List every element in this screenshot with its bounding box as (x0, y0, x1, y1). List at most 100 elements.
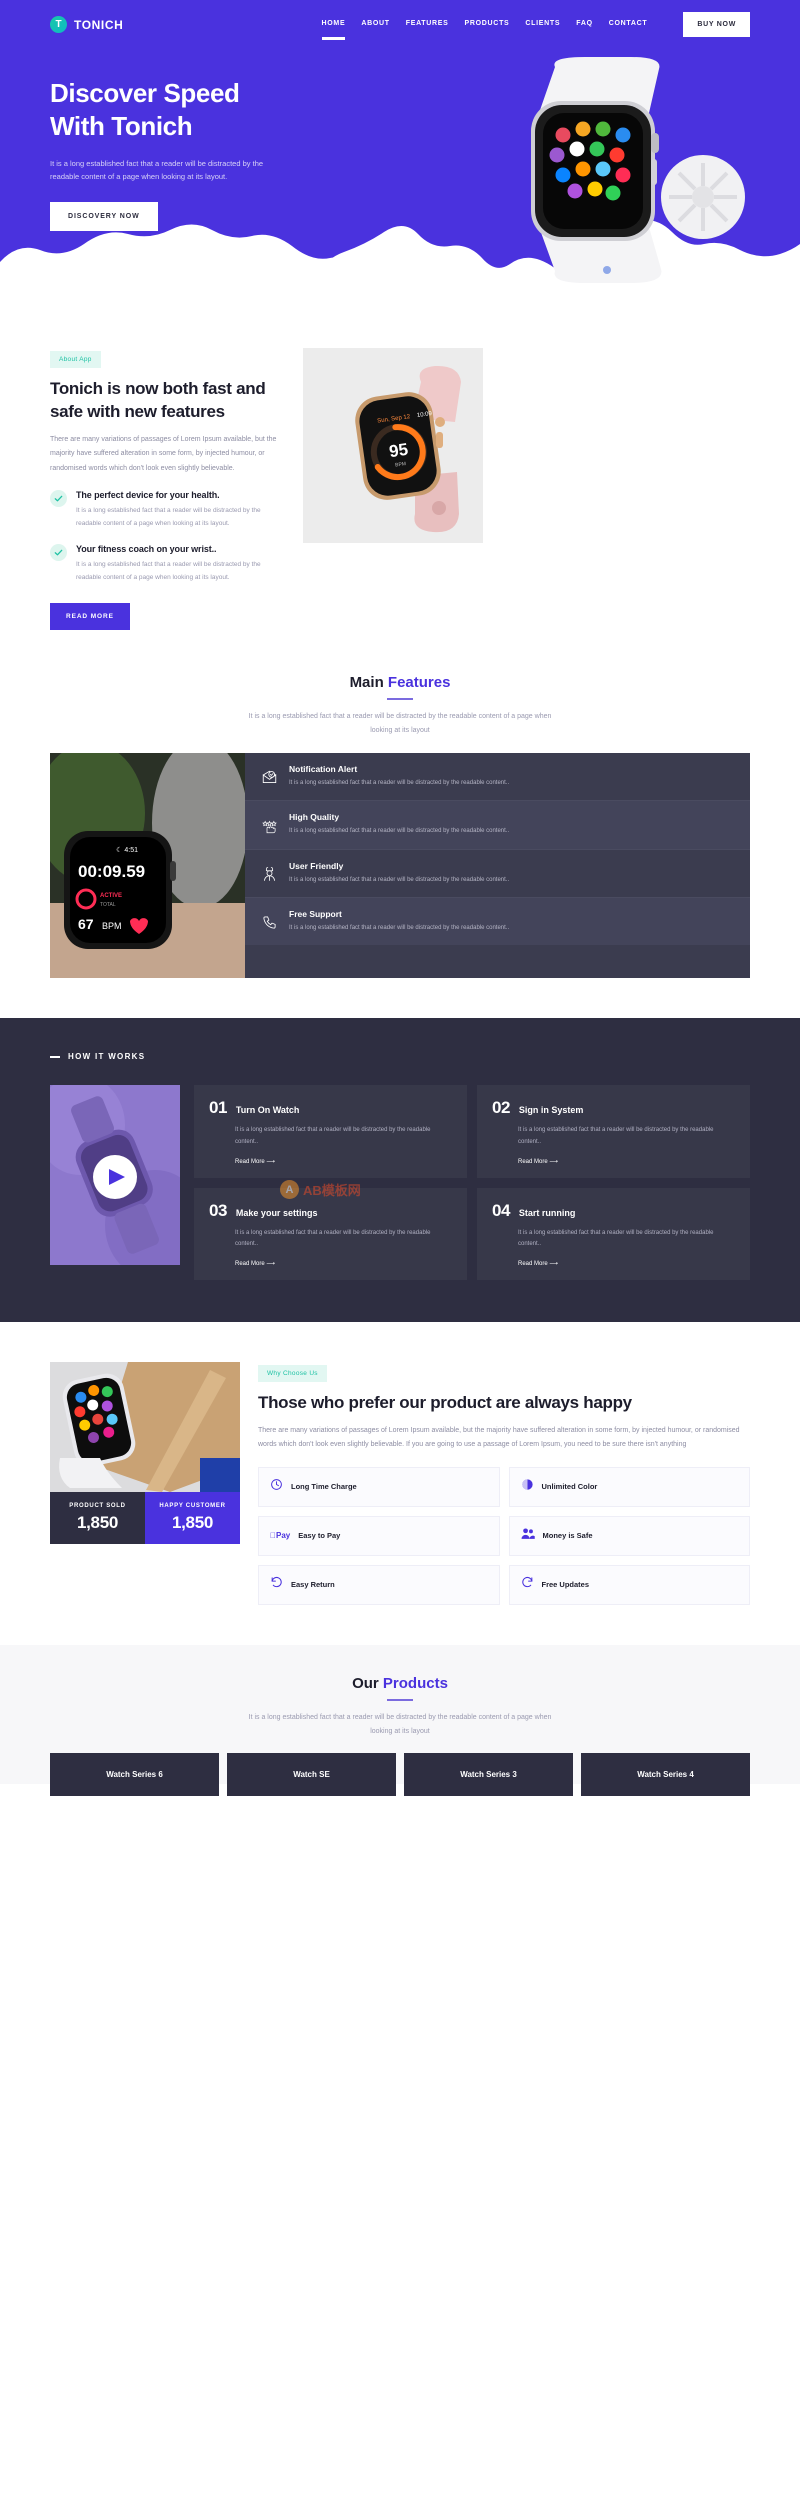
hero-title: Discover Speed With Tonich (50, 77, 380, 144)
product-tab-watch-series-3[interactable]: Watch Series 3 (404, 1752, 573, 1796)
nav-links: HOME ABOUT FEATURES PRODUCTS CLIENTS FAQ… (321, 12, 750, 40)
watermark-text: AB模板网 (303, 1183, 361, 1198)
step-read-more-link[interactable]: Read More ⟶ (209, 1158, 452, 1165)
about-copy: About App Tonich is now both fast and sa… (50, 348, 285, 630)
mail-check-icon (259, 764, 279, 789)
how-it-works-section: HOW IT WORKS 01 Turn On Watch It is a lo… (0, 1018, 800, 1323)
brand-logo[interactable]: T TONICH (50, 16, 123, 33)
features-body: ☾ 4:51 00:09.59 ACTIVE TOTAL 67 BPM Noti… (50, 753, 750, 979)
feature-name: High Quality (289, 812, 340, 823)
how-it-works-video[interactable] (50, 1085, 180, 1266)
step-read-more-label: Read More (235, 1158, 265, 1165)
step-title: Turn On Watch (235, 1105, 300, 1116)
how-it-works-grid: 01 Turn On Watch It is a long establishe… (50, 1085, 750, 1281)
how-it-works-label-text: HOW IT WORKS (68, 1052, 146, 1062)
stats-bar: PRODUCT SOLD 1,850 HAPPY CUSTOMER 1,850 (50, 1492, 240, 1545)
features-section: Main Features It is a long established f… (0, 630, 800, 979)
why-choose-us-section: PRODUCT SOLD 1,850 HAPPY CUSTOMER 1,850 … (0, 1322, 800, 1605)
step-number: 04 (492, 1200, 510, 1220)
brand-name: TONICH (74, 17, 124, 32)
features-list: Notification Alert It is a long establis… (245, 753, 750, 979)
features-header: Main Features It is a long established f… (0, 630, 800, 738)
contrast-circle-icon (521, 1478, 534, 1496)
product-tab-watch-series-4[interactable]: Watch Series 4 (581, 1752, 750, 1796)
feature-name: Notification Alert (289, 764, 358, 775)
why-card-easy-to-pay[interactable]: Pay Easy to Pay (258, 1515, 500, 1556)
why-card-easy-return[interactable]: Easy Return (258, 1564, 500, 1605)
product-tab-watch-series-6[interactable]: Watch Series 6 (50, 1752, 219, 1796)
clock-icon (270, 1478, 283, 1496)
products-title-main: Our (352, 1674, 383, 1692)
step-read-more-link[interactable]: Read More ⟶ (492, 1158, 735, 1165)
why-right-column: Why Choose Us Those who prefer our produ… (258, 1362, 750, 1605)
how-step-02[interactable]: 02 Sign in System It is a long establish… (477, 1085, 750, 1178)
why-card-unlimited-color[interactable]: Unlimited Color (508, 1466, 750, 1507)
buy-now-button[interactable]: BUY NOW (683, 12, 750, 37)
feature-name: Free Support (289, 908, 342, 919)
why-badge: Why Choose Us (258, 1365, 327, 1383)
check-icon (50, 544, 67, 562)
nav-link-faq[interactable]: FAQ (576, 20, 593, 30)
nav-link-clients[interactable]: CLIENTS (525, 20, 560, 30)
about-point-title: The perfect device for your health. (76, 489, 220, 500)
return-arrow-icon (270, 1576, 283, 1594)
hero-title-line2: With Tonich (50, 111, 193, 142)
people-icon (521, 1527, 535, 1545)
product-tabs: Watch Series 6 Watch SE Watch Series 3 W… (0, 1752, 800, 1796)
features-title: Main Features (0, 674, 800, 691)
nav-link-about[interactable]: ABOUT (361, 20, 389, 30)
why-card-label: Unlimited Color (541, 1482, 598, 1492)
how-step-03[interactable]: 03 Make your settings It is a long estab… (194, 1187, 467, 1281)
why-card-long-time-charge[interactable]: Long Time Charge (258, 1466, 500, 1507)
step-read-more-link[interactable]: Read More ⟶ (492, 1260, 735, 1267)
about-watch-image: Sun, Sep 12 10:09 95 BPM (303, 348, 483, 543)
how-step-01[interactable]: 01 Turn On Watch It is a long establishe… (194, 1085, 467, 1178)
feature-desc: It is a long established fact that a rea… (289, 924, 510, 931)
why-card-label: Free Updates (541, 1580, 590, 1590)
about-point-text: It is a long established fact that a rea… (76, 506, 261, 527)
nav-link-contact[interactable]: CONTACT (609, 20, 648, 30)
nav-link-features[interactable]: FEATURES (406, 20, 449, 30)
why-description: There are many variations of passages of… (258, 1427, 740, 1449)
feature-item-notification-alert[interactable]: Notification Alert It is a long establis… (245, 753, 750, 802)
step-title: Sign in System (518, 1105, 584, 1116)
svg-text:TOTAL: TOTAL (100, 902, 116, 908)
stat-value: 1,850 (76, 1513, 119, 1533)
feature-item-user-friendly[interactable]: User Friendly It is a long established f… (245, 850, 750, 898)
why-card-free-updates[interactable]: Free Updates (508, 1564, 750, 1605)
svg-text:BPM: BPM (102, 921, 122, 931)
rating-hand-icon (259, 812, 279, 837)
product-tab-watch-se[interactable]: Watch SE (227, 1752, 396, 1796)
arrow-right-icon: ⟶ (549, 1158, 558, 1165)
arrow-right-icon: ⟶ (266, 1158, 275, 1165)
nav-link-home[interactable]: HOME (321, 20, 346, 40)
step-text: It is a long established fact that a rea… (518, 1229, 714, 1248)
products-section: Our Products It is a long established fa… (0, 1644, 800, 1796)
hero-content: Discover Speed With Tonich It is a long … (0, 37, 800, 232)
step-read-more-label: Read More (235, 1261, 265, 1268)
stat-product-sold: PRODUCT SOLD 1,850 (50, 1492, 145, 1545)
why-card-money-is-safe[interactable]: Money is Safe (508, 1515, 750, 1556)
refresh-icon (521, 1576, 534, 1594)
how-it-works-label: HOW IT WORKS (50, 1052, 750, 1061)
step-read-more-link[interactable]: Read More ⟶ (209, 1260, 452, 1267)
hero-title-line1: Discover Speed (50, 78, 240, 108)
feature-item-free-support[interactable]: Free Support It is a long established fa… (245, 897, 750, 945)
how-step-04[interactable]: 04 Start running It is a long establishe… (477, 1187, 750, 1281)
feature-item-high-quality[interactable]: High Quality It is a long established fa… (245, 801, 750, 850)
features-watch-photo: ☾ 4:51 00:09.59 ACTIVE TOTAL 67 BPM (50, 753, 245, 979)
nav-link-products[interactable]: PRODUCTS (465, 20, 510, 30)
why-card-label: Easy Return (291, 1580, 335, 1590)
why-card-label: Long Time Charge (291, 1482, 357, 1492)
watermark-logo-icon: A (280, 1180, 299, 1199)
page-root: T TONICH HOME ABOUT FEATURES PRODUCTS CL… (0, 0, 800, 1796)
read-more-button[interactable]: READ MORE (50, 602, 130, 630)
arrow-right-icon: ⟶ (549, 1261, 558, 1268)
stat-label: PRODUCT SOLD (69, 1503, 126, 1510)
step-text: It is a long established fact that a rea… (235, 1127, 431, 1146)
support-agent-icon (259, 861, 279, 886)
discovery-now-button[interactable]: DISCOVERY NOW (50, 202, 158, 232)
features-subtitle: It is a long established fact that a rea… (248, 713, 552, 734)
why-cards-grid: Long Time Charge Unlimited Color Pay Ea… (258, 1466, 750, 1605)
watch-clock: ☾ 4:51 (116, 846, 138, 854)
